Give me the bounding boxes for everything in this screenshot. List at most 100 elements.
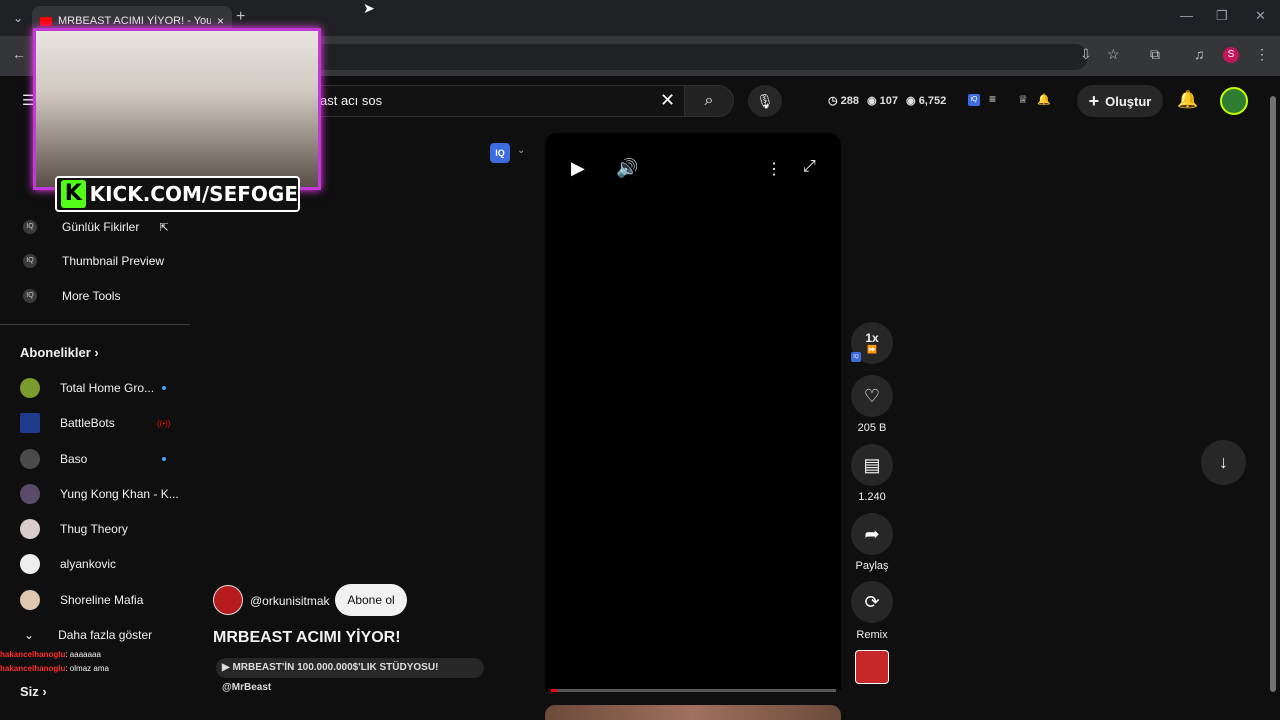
iq-mini-icon: IQ	[851, 352, 861, 362]
chevron-right-icon: ›	[42, 684, 47, 699]
external-link-icon: ⇱	[159, 221, 169, 234]
volume-icon[interactable]: 🔊	[616, 158, 638, 179]
share-icon: ➦	[864, 524, 880, 544]
comment-icon: ▤	[863, 455, 881, 475]
chevron-right-icon: ›	[94, 345, 99, 360]
channel-name[interactable]: @orkunisitmak	[250, 594, 330, 608]
subscription-item[interactable]: Total Home Gro...	[0, 371, 190, 405]
streamer-webcam	[33, 28, 321, 190]
plus-icon: +	[1088, 90, 1100, 111]
small-bell-icon[interactable]: 🔔	[1037, 93, 1051, 106]
new-tab-button[interactable]: +	[236, 8, 245, 26]
maximize-icon[interactable]: ❐	[1216, 8, 1228, 24]
notifications-icon[interactable]: 🔔	[1177, 90, 1198, 110]
tab-search-icon[interactable]: ⌄	[8, 8, 28, 28]
share-button[interactable]: ➦	[851, 513, 893, 555]
close-window-icon[interactable]: ✕	[1255, 8, 1266, 24]
subscription-item[interactable]: Thug Theory	[0, 512, 190, 546]
chat-message: hakancelhanoglu: olmaz ama	[0, 664, 109, 673]
channel-avatar[interactable]	[213, 585, 243, 615]
video-title: MRBEAST ACIMI YİYOR!	[213, 629, 401, 646]
progress-track[interactable]	[551, 689, 836, 692]
new-content-dot	[162, 386, 166, 390]
progress-fill	[551, 689, 557, 692]
new-content-dot	[162, 457, 166, 461]
subscribe-button[interactable]: Abone ol	[335, 584, 407, 616]
kick-banner: K KICK.COM/SEFOGE	[55, 176, 300, 212]
like-button[interactable]: ♡	[851, 375, 893, 417]
channel-avatar	[20, 484, 40, 504]
fullscreen-icon[interactable]: ⤢	[803, 158, 816, 176]
stat-clock: ◷ 288	[828, 95, 860, 107]
mouse-cursor-icon: ➤	[363, 0, 375, 16]
create-button[interactable]: + Oluştur	[1077, 85, 1163, 117]
iq-extension-icon[interactable]: iQ	[968, 94, 980, 106]
iq-icon: IQ	[23, 254, 37, 268]
channel-avatar	[20, 590, 40, 610]
show-more-button[interactable]: ⌄ Daha fazla göster	[0, 618, 190, 652]
like-count: 205 B	[857, 422, 887, 434]
user-avatar[interactable]	[1220, 87, 1248, 115]
extension-stats: ◷ 288 ◉ 107 ◉ 6,752	[828, 94, 946, 107]
sidebar-divider	[0, 324, 190, 325]
search-query: ast acı sos	[320, 93, 383, 108]
comment-count: 1.240	[858, 491, 886, 503]
scrollbar-thumb[interactable]	[1270, 96, 1276, 692]
mic-icon: 🎙	[756, 93, 774, 109]
search-button[interactable]: ⌕	[684, 85, 734, 117]
youtube-favicon-icon	[40, 16, 52, 26]
chat-message: hakancelhanoglu: aaaaaaa	[0, 650, 101, 659]
subscription-item[interactable]: Yung Kong Khan - K...	[0, 477, 190, 511]
bookmark-star-icon[interactable]: ☆	[1107, 46, 1120, 63]
sidebar-item-thumbnail-preview[interactable]: IQ Thumbnail Preview	[0, 244, 190, 278]
iq-badge[interactable]: IQ	[490, 143, 510, 163]
next-video-button[interactable]: ↓	[1201, 440, 1246, 485]
subscription-item[interactable]: BattleBots ((•))	[0, 406, 190, 440]
subscription-item[interactable]: alyankovic	[0, 547, 190, 581]
channel-avatar	[20, 554, 40, 574]
install-icon[interactable]: ⇩	[1080, 46, 1092, 63]
stream-chat: hakancelhanoglu: aaaaaaa hakancelhanoglu…	[0, 648, 190, 676]
sound-channel-avatar[interactable]	[855, 650, 889, 684]
comments-button[interactable]: ▤	[851, 444, 893, 486]
arrow-down-icon: ↓	[1219, 452, 1228, 472]
browser-menu-icon[interactable]: ⋮	[1255, 46, 1269, 63]
channel-avatar	[20, 519, 40, 539]
media-control-icon[interactable]: ♫	[1194, 46, 1205, 62]
chevron-down-icon[interactable]: ⌄	[517, 145, 525, 156]
related-video-link[interactable]: ▶ MRBEAST'İN 100.000.000$'LIK STÜDYOSU! …	[216, 658, 484, 693]
remix-button[interactable]: ⟳	[851, 581, 893, 623]
play-icon[interactable]: ▶	[571, 158, 585, 179]
shorts-player[interactable]	[545, 133, 841, 690]
heart-icon: ♡	[863, 386, 881, 406]
remix-label: Remix	[856, 629, 888, 641]
more-options-icon[interactable]: ⋮	[766, 159, 782, 179]
channel-avatar	[20, 449, 40, 469]
clear-search-icon[interactable]: ✕	[660, 90, 675, 111]
tab-close-icon[interactable]: ×	[217, 14, 224, 28]
stat-eye: ◉ 6,752	[906, 95, 947, 107]
share-label: Paylaş	[855, 560, 889, 572]
live-icon: ((•))	[157, 418, 171, 428]
next-short-preview[interactable]	[545, 705, 841, 720]
iq-icon: IQ	[23, 289, 37, 303]
iq-icon: IQ	[23, 220, 37, 234]
profile-avatar[interactable]: S	[1223, 47, 1239, 63]
voice-search-button[interactable]: 🎙	[748, 85, 782, 117]
minimize-icon[interactable]: —	[1180, 8, 1193, 23]
tab-title: MRBEAST ACIMI YİYOR! - YouTube	[58, 15, 211, 27]
search-icon: ⌕	[704, 92, 714, 109]
back-icon[interactable]: ←	[12, 46, 26, 62]
subscription-item[interactable]: Shoreline Mafia	[0, 583, 190, 617]
sidebar-item-gunluk-fikirler[interactable]: IQ Günlük Fikirler ⇱	[0, 210, 190, 244]
subscription-item[interactable]: Baso	[0, 442, 190, 476]
trophy-icon[interactable]: ♕	[1018, 93, 1028, 106]
sidebar-item-more-tools[interactable]: IQ More Tools	[0, 279, 190, 313]
subscriptions-heading[interactable]: Abonelikler ›	[20, 345, 99, 360]
extensions-icon[interactable]: ⧉	[1150, 46, 1160, 63]
stat-views: ◉ 107	[867, 95, 899, 107]
list-icon[interactable]: ≡	[989, 92, 996, 106]
remix-icon: ⟳	[864, 592, 880, 612]
you-section-heading[interactable]: Siz ›	[20, 684, 47, 699]
channel-avatar	[20, 413, 40, 433]
